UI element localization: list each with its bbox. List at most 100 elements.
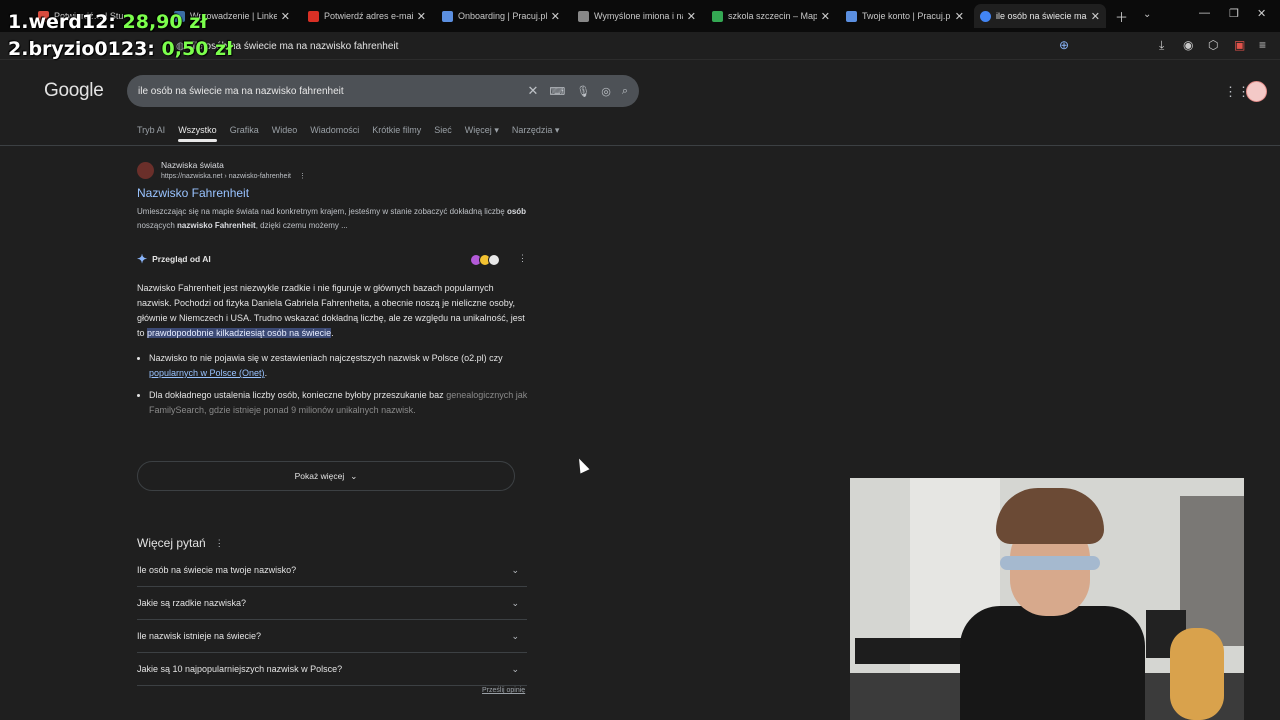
translate-icon[interactable]: ⊕ xyxy=(1059,38,1069,52)
paa-header: Więcej pytań ⋮ xyxy=(137,532,527,554)
chevron-down-icon: ⌄ xyxy=(511,597,519,608)
keyboard-icon[interactable]: ⌨ xyxy=(549,85,565,98)
webcam-guitar xyxy=(1170,628,1224,720)
chevron-down-icon: ⌄ xyxy=(511,564,519,575)
close-icon[interactable]: ✕ xyxy=(821,10,830,23)
tab-search-icon[interactable]: ⌄ xyxy=(1143,9,1151,20)
close-window-icon[interactable]: ✕ xyxy=(1257,7,1266,20)
question-text: Jakie są rzadkie nazwiska? xyxy=(137,598,247,608)
tab-tools[interactable]: Narzędzia ▾ xyxy=(512,125,560,136)
close-icon[interactable]: ✕ xyxy=(955,10,964,23)
profile-icon[interactable]: ◉ xyxy=(1183,38,1193,52)
snippet-bold: nazwisko Fahrenheit xyxy=(177,221,256,230)
paa-question[interactable]: Ile nazwisk istnieje na świecie? ⌄ xyxy=(137,620,527,653)
more-options-icon[interactable]: ⋮ xyxy=(215,538,224,549)
paa-question[interactable]: Jakie są 10 najpopularniejszych nazwisk … xyxy=(137,653,527,686)
tab-favicon-icon xyxy=(442,10,453,22)
browser-tab[interactable]: Twoje konto | Pracuj.pl ✕ xyxy=(840,4,970,28)
donation-leaderboard: 1.werd12: 28,90 zł 2.bryzio0123: 0,50 zł xyxy=(8,9,233,63)
search-filter-tabs: Tryb AI Wszystko Grafika Wideo Wiadomośc… xyxy=(137,125,572,142)
ai-overview-bullets: Nazwisko to nie pojawia się w zestawieni… xyxy=(137,351,529,418)
bullet-text: . xyxy=(264,368,268,378)
chevron-down-icon: ⌄ xyxy=(511,630,519,641)
source-link[interactable]: popularnych w Polsce (Onet) xyxy=(149,368,265,378)
caret-down-icon: ▾ xyxy=(494,125,499,135)
tab-favicon-icon xyxy=(308,10,319,22)
close-icon[interactable]: ✕ xyxy=(687,10,696,23)
feedback-link[interactable]: Prześlij opinię xyxy=(482,687,525,694)
tab-web[interactable]: Sieć xyxy=(434,125,452,136)
browser-tab-active[interactable]: ile osób na świecie ma na n ✕ xyxy=(974,4,1106,28)
paa-question[interactable]: Ile osób na świecie ma twoje nazwisko? ⌄ xyxy=(137,554,527,587)
show-more-button[interactable]: Pokaż więcej ⌄ xyxy=(137,461,515,491)
avatar[interactable] xyxy=(1246,81,1267,102)
search-result: Nazwiska świata https://nazwiska.net › n… xyxy=(137,160,529,233)
more-options-icon[interactable]: ⋮ xyxy=(299,173,306,180)
tab-images[interactable]: Grafika xyxy=(230,125,259,136)
google-favicon-icon xyxy=(980,10,991,22)
tab-title: Onboarding | Pracuj.pl xyxy=(458,11,547,21)
microphone-icon[interactable]: 🎙 xyxy=(576,85,590,98)
paa-question[interactable]: Jakie są rzadkie nazwiska? ⌄ xyxy=(137,587,527,620)
lens-icon[interactable]: ◎ xyxy=(601,85,611,98)
tab-ai-mode[interactable]: Tryb AI xyxy=(137,125,165,136)
close-icon[interactable]: ✕ xyxy=(551,10,560,23)
tab-videos[interactable]: Wideo xyxy=(272,125,298,136)
tab-title: Potwierdź adres e-mail. Dz xyxy=(324,11,413,21)
bullet-text: Dla dokładnego ustalenia liczby osób, ko… xyxy=(149,390,447,400)
tab-tools-label: Narzędzia xyxy=(511,125,553,135)
tab-title: Wymyślone imiona i nazwi xyxy=(594,11,683,21)
question-text: Jakie są 10 najpopularniejszych nazwisk … xyxy=(137,664,343,674)
more-options-icon[interactable]: ⋮ xyxy=(518,253,527,264)
browser-tab[interactable]: Onboarding | Pracuj.pl ✕ xyxy=(436,4,566,28)
search-icon[interactable]: ⌕ xyxy=(622,85,628,98)
google-logo[interactable]: Google xyxy=(44,80,104,102)
restore-icon[interactable]: ❐ xyxy=(1229,7,1239,20)
webcam-acoustic-panel xyxy=(1180,496,1244,646)
source-logos[interactable] xyxy=(470,254,500,266)
result-snippet: Umieszczając się na mapie świata nad kon… xyxy=(137,205,529,233)
result-site-header[interactable]: Nazwiska świata https://nazwiska.net › n… xyxy=(137,160,529,180)
tab-favicon-icon xyxy=(578,10,589,22)
tab-short-videos[interactable]: Krótkie filmy xyxy=(372,125,421,136)
tab-more[interactable]: Więcej ▾ xyxy=(465,125,499,136)
snippet-bold: osób xyxy=(506,207,527,216)
question-text: Ile nazwisk istnieje na świecie? xyxy=(137,631,262,641)
new-tab-icon[interactable]: ＋ xyxy=(1115,7,1128,26)
close-icon[interactable]: ✕ xyxy=(1091,10,1100,23)
list-item: Nazwisko to nie pojawia się w zestawieni… xyxy=(149,351,529,381)
list-item: Dla dokładnego ustalenia liczby osób, ko… xyxy=(149,388,529,418)
tab-all[interactable]: Wszystko xyxy=(178,125,217,142)
notification-badge-icon[interactable]: ▣ xyxy=(1234,38,1245,52)
address-bar[interactable]: ◍ ile osób na świecie ma na nazwisko fah… xyxy=(176,36,1076,56)
close-icon[interactable]: ✕ xyxy=(281,10,290,23)
close-icon[interactable]: ✕ xyxy=(417,10,426,23)
snippet-text: Umieszczając się na mapie świata nad kon… xyxy=(137,207,507,216)
result-title-link[interactable]: Nazwisko Fahrenheit xyxy=(137,186,529,200)
browser-tab[interactable]: Wymyślone imiona i nazwi ✕ xyxy=(572,4,702,28)
tab-news[interactable]: Wiadomości xyxy=(310,125,359,136)
ai-highlight: prawdopodobnie kilkadziesiąt osób na świ… xyxy=(147,328,332,338)
extensions-icon[interactable]: ⬡ xyxy=(1208,38,1218,52)
webcam-headset xyxy=(1000,556,1100,570)
webcam-person-hair xyxy=(996,488,1104,544)
tab-title: Twoje konto | Pracuj.pl xyxy=(862,11,951,21)
browser-tab[interactable]: Potwierdź adres e-mail. Dz ✕ xyxy=(302,4,432,28)
ai-overview-label: Przegląd od AI xyxy=(152,254,211,264)
site-name: Nazwiska świata xyxy=(161,160,224,170)
ai-text-part: . xyxy=(331,328,334,338)
minimize-icon[interactable]: — xyxy=(1199,7,1210,19)
tab-favicon-icon xyxy=(712,10,723,22)
bullet-text: Nazwisko to nie pojawia się w zestawieni… xyxy=(149,353,503,363)
search-input[interactable] xyxy=(138,85,517,97)
browser-tab[interactable]: szkola szczecin – Mapy Go ✕ xyxy=(706,4,836,28)
menu-icon[interactable]: ≡ xyxy=(1259,38,1266,52)
google-header: Google ✕ ⌨ 🎙 ◎ ⌕ ⋮⋮⋮ Tryb AI Wszystko Gr… xyxy=(0,62,1280,146)
tab-more-label: Więcej xyxy=(464,125,492,135)
tab-title: szkola szczecin – Mapy Go xyxy=(728,11,817,21)
snippet-text: noszących xyxy=(137,221,178,230)
donor-name: 1.werd12: xyxy=(8,11,116,33)
search-box[interactable]: ✕ ⌨ 🎙 ◎ ⌕ xyxy=(127,75,639,107)
download-icon[interactable]: ⤓ xyxy=(1159,38,1164,53)
clear-icon[interactable]: ✕ xyxy=(527,83,538,99)
